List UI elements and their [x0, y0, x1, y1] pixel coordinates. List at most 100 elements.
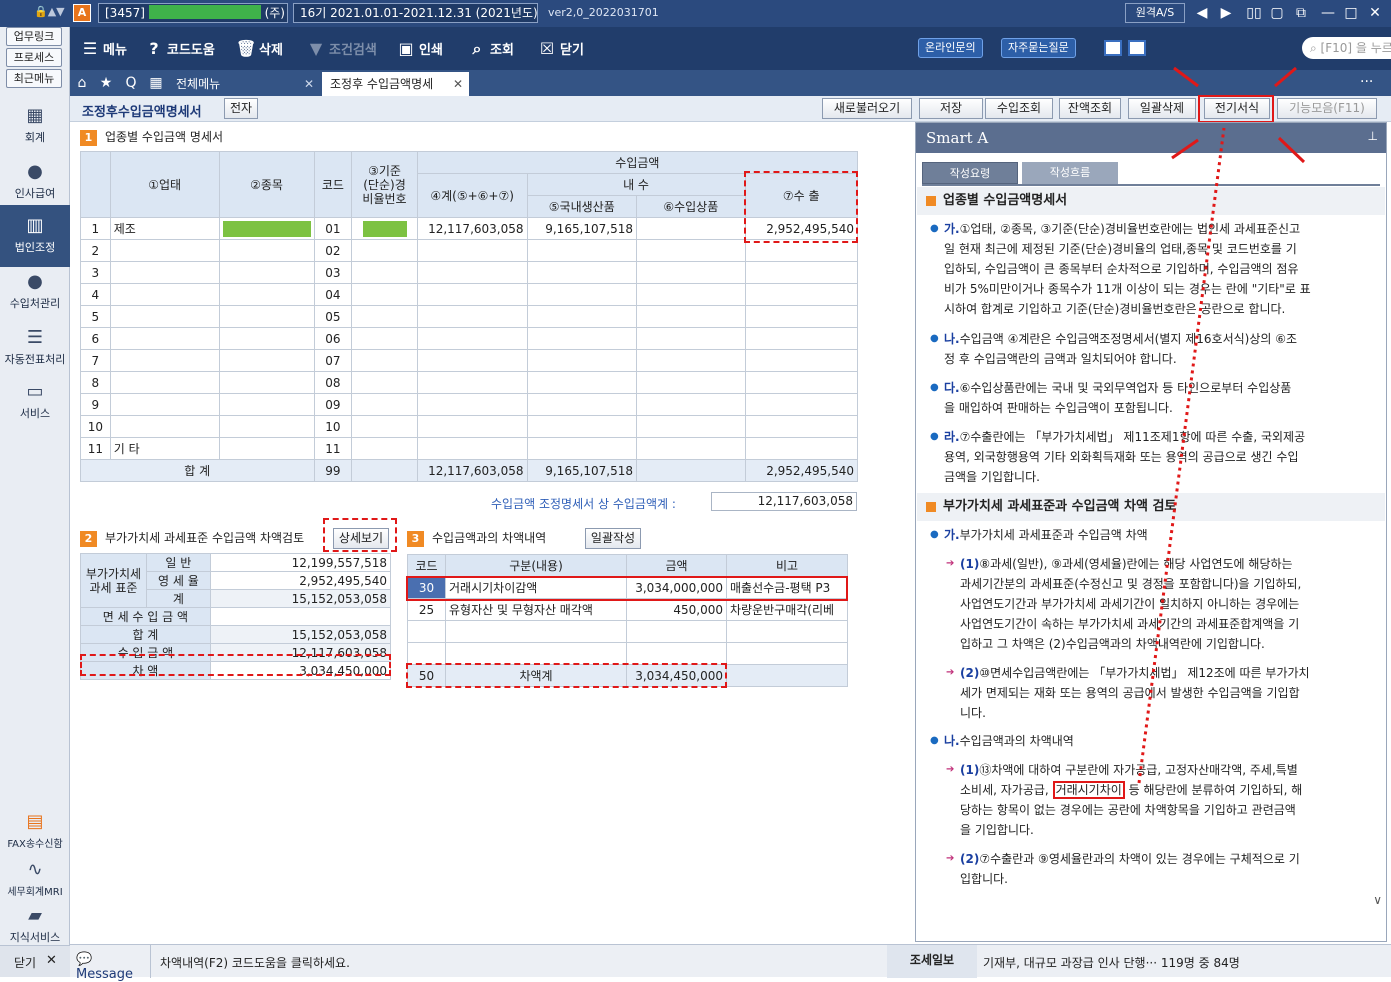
window-icon[interactable]: ▢: [1267, 3, 1287, 23]
row-item[interactable]: [218, 327, 315, 350]
row-biz[interactable]: [109, 393, 220, 416]
star-icon[interactable]: ★: [96, 73, 116, 93]
row-total[interactable]: [416, 305, 528, 328]
row-code[interactable]: 04: [313, 283, 353, 306]
row-total[interactable]: [416, 261, 528, 284]
table-row[interactable]: 25 유형자산 및 무형자산 매각액 450,000 차량운반구매각(리베: [407, 598, 848, 621]
row-biz[interactable]: [109, 283, 220, 306]
maximize-icon[interactable]: □: [1341, 3, 1361, 23]
income-inquiry-button[interactable]: 수입조회: [985, 98, 1053, 119]
row-no[interactable]: 8: [80, 371, 111, 394]
row-imp[interactable]: [636, 217, 746, 240]
row-dom[interactable]: 9,165,107,518: [526, 217, 638, 240]
row-note[interactable]: 차량운반구매각(리베: [726, 598, 848, 621]
table-row[interactable]: [407, 642, 848, 665]
row-std-rate[interactable]: [351, 217, 418, 240]
close-icon[interactable]: ✕: [46, 953, 57, 968]
tab-close-icon[interactable]: ✕: [304, 72, 314, 96]
row-std-rate[interactable]: [351, 327, 418, 350]
news-headline[interactable]: 기재부, 대규모 과장급 인사 단행··· 119명 중 84명: [983, 954, 1240, 971]
inquiry-button[interactable]: ⌕ 조회: [467, 37, 514, 61]
row-total[interactable]: [416, 239, 528, 262]
row-total[interactable]: [416, 371, 528, 394]
faq-button[interactable]: 자주묻는질문: [1001, 38, 1076, 58]
functions-button[interactable]: 기능모음(F11): [1277, 98, 1377, 119]
quick-work-link[interactable]: 업무링크: [6, 27, 62, 46]
forward-icon[interactable]: ▶: [1216, 3, 1236, 23]
row-item[interactable]: [218, 415, 315, 438]
row-imp[interactable]: [636, 239, 746, 262]
back-icon[interactable]: ◀: [1192, 3, 1212, 23]
row-exp[interactable]: [744, 393, 859, 416]
tab-all-menu[interactable]: 전체메뉴 ✕: [168, 72, 320, 96]
row-item[interactable]: [218, 217, 315, 240]
table-row[interactable]: 4 04: [80, 283, 859, 306]
window-layout-alt-icon[interactable]: [1128, 40, 1146, 56]
remote-as-button[interactable]: 원격A/S: [1125, 3, 1185, 23]
row-imp[interactable]: [636, 393, 746, 416]
row-total[interactable]: [416, 327, 528, 350]
row-biz[interactable]: [109, 327, 220, 350]
row-dom[interactable]: [526, 437, 638, 460]
row-biz[interactable]: [109, 349, 220, 372]
row-item[interactable]: [218, 261, 315, 284]
row-item[interactable]: [218, 283, 315, 306]
row-total[interactable]: [416, 415, 528, 438]
sidebar-close-bar[interactable]: 닫기 ✕: [0, 945, 70, 977]
table-row[interactable]: 9 09: [80, 393, 859, 416]
company-box[interactable]: [3457] (주): [98, 3, 288, 23]
row-exp[interactable]: [744, 305, 859, 328]
minimize-icon[interactable]: —: [1318, 3, 1338, 23]
row-no[interactable]: 11: [80, 437, 111, 460]
row-std-rate[interactable]: [351, 415, 418, 438]
fiscal-period[interactable]: 16기 2021.01.01-2021.12.31 (2021년도): [293, 3, 538, 23]
row-no[interactable]: 6: [80, 327, 111, 350]
table-row[interactable]: 8 08: [80, 371, 859, 394]
row-no[interactable]: 1: [80, 217, 111, 240]
row-dom[interactable]: [526, 393, 638, 416]
message-tab[interactable]: 💬 Message: [76, 952, 152, 982]
row-total[interactable]: [416, 283, 528, 306]
home-icon[interactable]: ⌂: [72, 73, 92, 93]
row-item[interactable]: [218, 305, 315, 328]
row-imp[interactable]: [636, 437, 746, 460]
row-total[interactable]: [416, 349, 528, 372]
row-item[interactable]: [218, 437, 315, 460]
row-no[interactable]: 10: [80, 415, 111, 438]
row-amount[interactable]: 450,000: [626, 598, 727, 621]
print-button[interactable]: ▣ 인쇄: [396, 37, 442, 61]
row-no[interactable]: 3: [80, 261, 111, 284]
row-exp[interactable]: [744, 437, 859, 460]
row-biz[interactable]: [109, 239, 220, 262]
table-row[interactable]: 10 10: [80, 415, 859, 438]
row-std-rate[interactable]: [351, 349, 418, 372]
row-code[interactable]: 03: [313, 261, 353, 284]
row-item[interactable]: [218, 349, 315, 372]
quick-search-icon[interactable]: Q: [121, 73, 141, 93]
row-item[interactable]: [218, 393, 315, 416]
table-row[interactable]: 11 기 타 11: [80, 437, 859, 460]
row-imp[interactable]: [636, 349, 746, 372]
row-exp[interactable]: [744, 371, 859, 394]
row-amount[interactable]: [626, 620, 727, 643]
row-exp[interactable]: [744, 283, 859, 306]
row-note[interactable]: [726, 620, 848, 643]
row-std-rate[interactable]: [351, 437, 418, 460]
row-code[interactable]: 06: [313, 327, 353, 350]
row-biz[interactable]: [109, 415, 220, 438]
row-code[interactable]: 11: [313, 437, 353, 460]
row-imp[interactable]: [636, 327, 746, 350]
row-biz[interactable]: 제조: [109, 217, 220, 240]
menu-button[interactable]: ☰ 메뉴: [80, 37, 127, 61]
reload-button[interactable]: 새로불러오기: [822, 98, 912, 119]
row-desc[interactable]: [445, 642, 627, 665]
row-code[interactable]: 05: [313, 305, 353, 328]
delete-button[interactable]: 🗑 삭제: [236, 37, 283, 61]
row-imp[interactable]: [636, 283, 746, 306]
row-std-rate[interactable]: [351, 371, 418, 394]
close-button[interactable]: ☒ 닫기: [537, 37, 584, 61]
book-icon[interactable]: ▯▯: [1244, 3, 1264, 23]
row-imp[interactable]: [636, 371, 746, 394]
row-dom[interactable]: [526, 327, 638, 350]
row-code[interactable]: 08: [313, 371, 353, 394]
